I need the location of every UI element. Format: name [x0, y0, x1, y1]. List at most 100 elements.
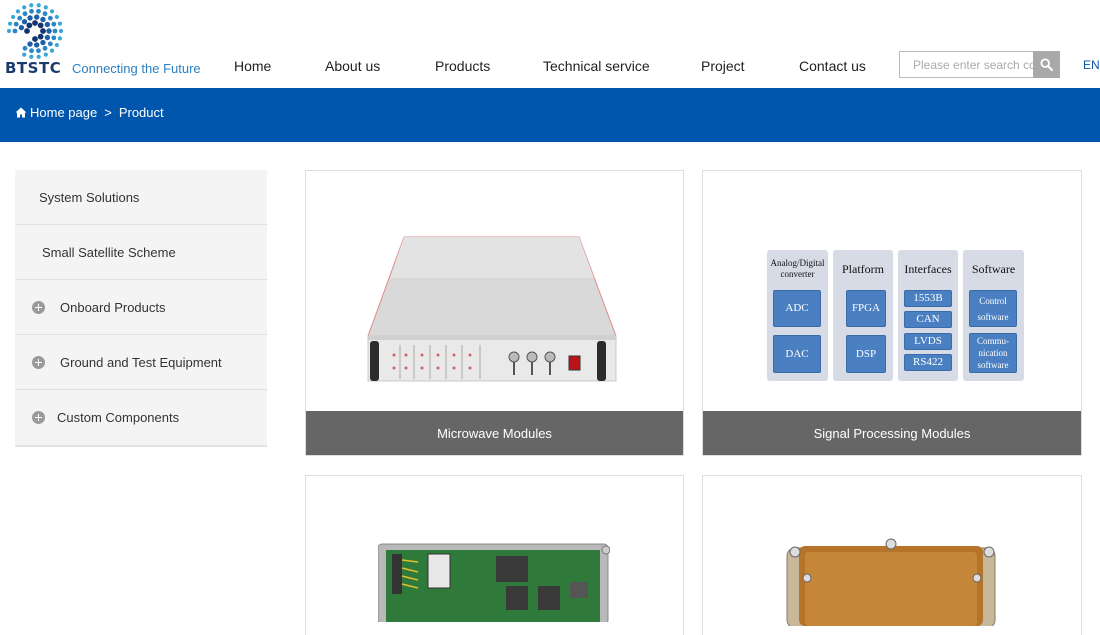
logo-dot: [24, 28, 30, 34]
nav-item-project[interactable]: Project: [701, 58, 745, 74]
logo-dot: [49, 9, 55, 14]
diagram-item-adc: ADC: [773, 290, 821, 327]
signal-processing-diagram: Analog/Digital converter Platform Interf…: [767, 250, 1025, 381]
sidebar-item-label: Ground and Test Equipment: [60, 354, 222, 370]
logo-dot: [42, 11, 48, 17]
logo-dot: [57, 21, 63, 26]
nav-item-products[interactable]: Products: [435, 58, 490, 74]
logo-dot: [40, 28, 46, 34]
logo-dot: [21, 19, 28, 25]
search-button[interactable]: [1033, 51, 1060, 78]
brand-name[interactable]: BTSTC: [5, 59, 61, 77]
card-caption[interactable]: Microwave Modules: [306, 411, 683, 455]
product-card-signal-processing-modules[interactable]: Analog/Digital converter Platform Interf…: [702, 170, 1082, 456]
logo-dot: [32, 20, 38, 26]
circuit-board-image: [378, 543, 610, 622]
logo-dot: [44, 21, 51, 28]
diagram-item-can: CAN: [904, 311, 952, 328]
logo-dot: [33, 14, 40, 20]
diagram-item-dsp: DSP: [846, 335, 886, 373]
diagram-header: Interfaces: [904, 262, 952, 276]
logo-dot: [22, 11, 28, 17]
logo-dot: [36, 3, 41, 8]
logo-dots-icon[interactable]: [4, 2, 66, 60]
logo-dot: [7, 21, 13, 26]
logo-dot: [22, 45, 28, 51]
diagram-header: Software: [971, 262, 1016, 276]
page-banner: Home page > Product: [0, 88, 1100, 142]
logo-dot: [52, 28, 58, 34]
logo-dot: [27, 15, 33, 21]
logo-dot: [58, 28, 64, 34]
breadcrumb-home[interactable]: Home page: [15, 105, 97, 120]
logo-dot: [33, 42, 40, 48]
logo-dot: [54, 14, 59, 20]
card-caption[interactable]: Signal Processing Modules: [703, 411, 1081, 455]
logo-dot: [37, 33, 44, 40]
breadcrumb-current[interactable]: Product: [119, 105, 164, 120]
site-header: BTSTC Connecting the Future Home About u…: [0, 0, 1100, 88]
logo-dot: [32, 36, 38, 42]
nav-item-about-us[interactable]: About us: [325, 58, 380, 74]
diagram-item-communication-software: Commu-nication software: [969, 333, 1017, 373]
logo-dot: [11, 14, 16, 20]
logo-dot: [29, 48, 34, 54]
logo-dot: [54, 42, 59, 48]
logo-dot: [44, 34, 51, 41]
plus-circle-icon[interactable]: [32, 356, 45, 369]
nav-item-home[interactable]: Home: [234, 58, 271, 74]
logo-dot: [17, 15, 23, 21]
logo-dot: [43, 52, 48, 57]
brand-slogan: Connecting the Future: [72, 61, 201, 76]
diagram-item-lvds: LVDS: [904, 333, 952, 350]
logo-dot: [15, 9, 21, 14]
logo-dot: [40, 16, 46, 23]
logo-dot: [57, 36, 63, 41]
microwave-module-image: [367, 236, 617, 382]
diagram-item-1553b: 1553B: [904, 290, 952, 307]
sidebar-item-onboard-products[interactable]: Onboard Products: [15, 280, 267, 335]
product-card-fourth[interactable]: [702, 475, 1082, 635]
home-icon: [15, 107, 27, 118]
logo-dot: [18, 24, 25, 31]
logo-dot: [26, 22, 33, 29]
logo-dot: [46, 28, 52, 34]
breadcrumb-home-label: Home page: [30, 105, 98, 120]
language-switch[interactable]: EN: [1083, 58, 1100, 72]
breadcrumb: Home page > Product: [15, 105, 164, 120]
sidebar-item-custom-components[interactable]: Custom Components: [15, 390, 267, 445]
diagram-item-control-software: Control software: [969, 290, 1017, 327]
nav-item-technical-service[interactable]: Technical service: [543, 58, 650, 74]
logo-dot: [36, 48, 41, 54]
sidebar-item-system-solutions[interactable]: System Solutions: [15, 170, 267, 225]
search-input[interactable]: [899, 51, 1034, 78]
logo-dot: [49, 48, 55, 53]
sidebar-item-small-satellite-scheme[interactable]: Small Satellite Scheme: [15, 225, 267, 280]
logo-dot: [36, 8, 41, 14]
sidebar-item-label: Small Satellite Scheme: [42, 244, 176, 260]
logo-dot: [51, 35, 57, 41]
logo-dot: [12, 28, 18, 34]
diagram-item-fpga: FPGA: [846, 290, 886, 327]
sidebar-item-label: Onboard Products: [60, 299, 166, 315]
logo-dot: [37, 22, 44, 29]
plus-circle-icon[interactable]: [32, 301, 45, 314]
logo-dot: [13, 21, 19, 27]
product-card-third[interactable]: [305, 475, 684, 635]
diagram-header: Platform: [842, 262, 884, 276]
diagram-item-rs422: RS422: [904, 354, 952, 371]
logo-dot: [51, 21, 57, 27]
search-icon: [1040, 58, 1053, 71]
nav-item-contact-us[interactable]: Contact us: [799, 58, 866, 74]
logo-dot: [43, 5, 48, 10]
sidebar-item-label: Custom Components: [57, 410, 180, 425]
logo-dot: [27, 41, 33, 47]
sidebar-item-ground-and-test-equipment[interactable]: Ground and Test Equipment: [15, 335, 267, 390]
logo-dot: [22, 5, 27, 10]
product-card-microwave-modules[interactable]: Microwave Modules: [305, 170, 684, 456]
logo-dot: [6, 28, 12, 34]
category-sidebar: System Solutions Small Satellite Scheme …: [15, 170, 267, 447]
plus-circle-icon[interactable]: [32, 411, 45, 424]
logo-dot: [29, 8, 34, 14]
housing-component-image: [786, 538, 996, 626]
